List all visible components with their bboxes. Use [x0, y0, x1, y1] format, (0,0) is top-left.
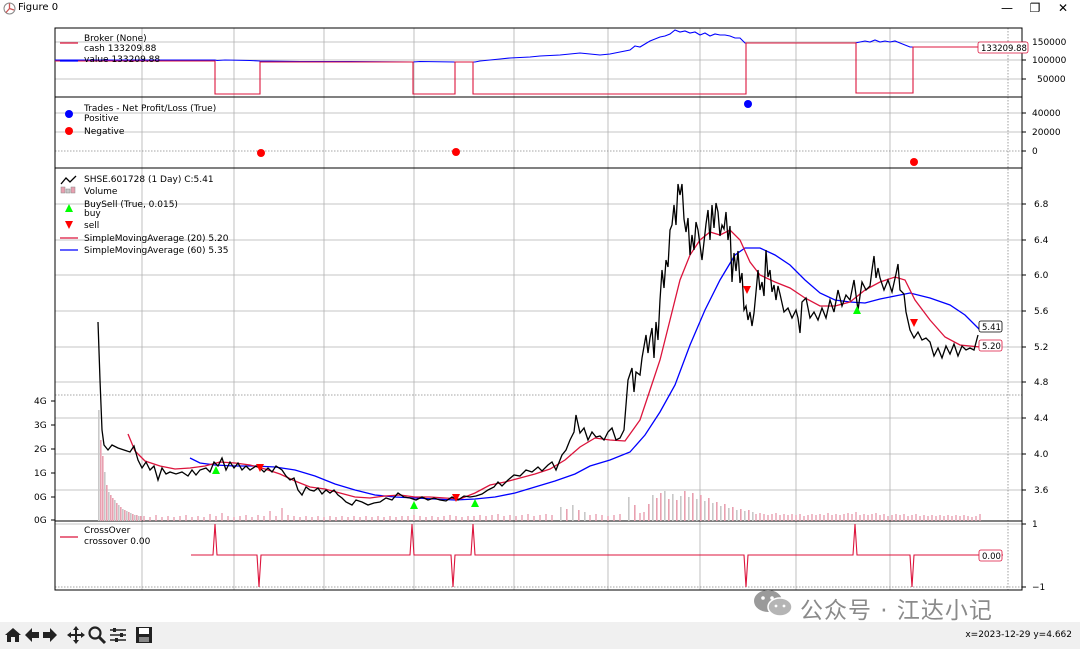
price-ytick: 5.2	[1034, 343, 1048, 353]
broker-value-line	[55, 29, 1022, 63]
sell-marker	[910, 319, 918, 327]
volume-label: Volume	[84, 187, 118, 197]
sell-marker	[743, 286, 751, 294]
trades-ytick-20000: 20000	[1032, 128, 1061, 138]
broker-last-value-tag: 133209.88	[977, 41, 1029, 54]
broker-last-value: 133209.88	[981, 44, 1027, 54]
volume-ytick: 4G	[34, 397, 47, 407]
volume-bars	[98, 410, 754, 521]
buy-marker	[212, 466, 220, 474]
trade-negative-marker	[452, 148, 460, 156]
broker-ytick-100000: 100000	[1032, 56, 1067, 66]
broker-cash-line	[55, 42, 1022, 95]
price-ytick: 6.0	[1034, 271, 1049, 281]
volume-ytick: 1G	[34, 469, 47, 479]
sell-legend-marker	[65, 221, 73, 229]
volume-ytick: 3G	[34, 421, 47, 431]
trades-negative-label: Negative	[84, 127, 125, 137]
forward-icon[interactable]	[40, 625, 60, 645]
close-legend-marker	[60, 175, 77, 185]
watermark-text: 公众号 · 江达小记	[800, 598, 993, 624]
broker-value-label: value 133209.88	[84, 55, 160, 65]
broker-series	[55, 29, 1022, 95]
broker-legend-title: Broker (None)	[84, 34, 147, 44]
backtrader-plot[interactable]: Broker (None) cash 133209.88 value 13320…	[0, 18, 1080, 622]
buy-marker	[853, 306, 861, 314]
last-sma20-value: 5.20	[982, 342, 1001, 352]
trades-ytick-0: 0	[1032, 147, 1038, 157]
matplotlib-logo-icon	[3, 2, 16, 15]
figure-canvas[interactable]: Broker (None) cash 133209.88 value 13320…	[0, 18, 1080, 622]
price-ytick: 6.4	[1034, 236, 1049, 246]
sell-label: sell	[84, 221, 99, 231]
wechat-logo-icon	[754, 590, 793, 617]
volume-yticks: 4G 3G 2G 1G 0G 0G	[34, 397, 55, 526]
price-yticks: 6.8 6.4 6.0 5.6 5.2 4.8 4.4 4.0 3.6	[1022, 200, 1049, 496]
window-titlebar: Figure 0 — ❐ ✕	[0, 0, 1080, 19]
trades-positive-label: Positive	[84, 114, 119, 124]
trades-markers	[257, 100, 918, 166]
crossover-yticks: 1 −1	[1022, 520, 1045, 593]
save-icon[interactable]	[134, 625, 154, 645]
trade-negative-marker	[910, 158, 918, 166]
back-icon[interactable]	[22, 625, 42, 645]
volume-small-bars	[143, 508, 981, 521]
volume-ytick: 0G	[34, 493, 47, 503]
watermark: 公众号 · 江达小记	[752, 588, 1052, 624]
crossover-line	[191, 523, 1003, 588]
broker-legend: Broker (None) cash 133209.88 value 13320…	[60, 34, 160, 65]
crossover-legend: CrossOver crossover 0.00	[60, 526, 151, 547]
price-last-tags: 5.41 5.20	[978, 320, 1003, 352]
sma20-line	[127, 229, 981, 500]
crossover-value-label: crossover 0.00	[84, 537, 151, 547]
broker-yticks: 150000 100000 50000	[1022, 38, 1067, 85]
zoom-icon[interactable]	[87, 625, 107, 645]
price-legend-title: SHSE.601728 (1 Day) C:5.41	[84, 175, 214, 185]
last-close-value: 5.41	[982, 323, 1001, 333]
crossover-legend-title: CrossOver	[84, 526, 131, 536]
cursor-coordinates: x=2023-12-29 y=4.662	[965, 630, 1072, 640]
trade-negative-marker	[257, 149, 265, 157]
price-ytick: 4.0	[1034, 450, 1049, 460]
price-ytick: 4.8	[1034, 378, 1049, 388]
broker-ytick-50000: 50000	[1037, 75, 1066, 85]
trades-legend-title: Trades - Net Profit/Loss (True)	[83, 104, 216, 114]
broker-ytick-150000: 150000	[1032, 38, 1067, 48]
negative-legend-marker	[65, 127, 73, 135]
price-ytick: 4.4	[1034, 414, 1049, 424]
window-title: Figure 0	[18, 2, 59, 13]
price-ytick: 5.6	[1034, 307, 1049, 317]
broker-cash-label: cash 133209.88	[84, 44, 157, 54]
crossover-ytick-1: 1	[1032, 520, 1038, 530]
pan-icon[interactable]	[66, 625, 86, 645]
price-ytick: 6.8	[1034, 200, 1049, 210]
crossover-last-value: 0.00	[982, 552, 1001, 562]
navigation-toolbar: x=2023-12-29 y=4.662	[0, 622, 1080, 649]
volume-ytick: 2G	[34, 445, 47, 455]
buy-legend-marker	[65, 204, 73, 212]
trade-positive-marker	[744, 100, 752, 108]
positive-legend-marker	[65, 110, 73, 118]
close-button[interactable]: ✕	[1046, 0, 1080, 18]
crossover-last-tag: 0.00	[978, 549, 1003, 562]
price-legend: SHSE.601728 (1 Day) C:5.41 Volume BuySel…	[60, 175, 229, 256]
price-ytick: 3.6	[1034, 486, 1049, 496]
home-icon[interactable]	[3, 625, 23, 645]
volume-ytick: 0G	[34, 516, 47, 526]
trades-yticks: 40000 20000 0	[1022, 109, 1061, 157]
sma60-label: SimpleMovingAverage (60) 5.35	[84, 246, 228, 256]
sma20-label: SimpleMovingAverage (20) 5.20	[84, 234, 229, 244]
configure-subplots-icon[interactable]	[108, 625, 128, 645]
broker-axes	[54, 27, 1023, 98]
buy-marker	[471, 499, 479, 507]
buy-label: buy	[84, 209, 101, 219]
close-price-line	[97, 183, 979, 506]
trades-ytick-40000: 40000	[1032, 109, 1061, 119]
buysell-markers	[212, 286, 918, 509]
buy-marker	[410, 501, 418, 509]
